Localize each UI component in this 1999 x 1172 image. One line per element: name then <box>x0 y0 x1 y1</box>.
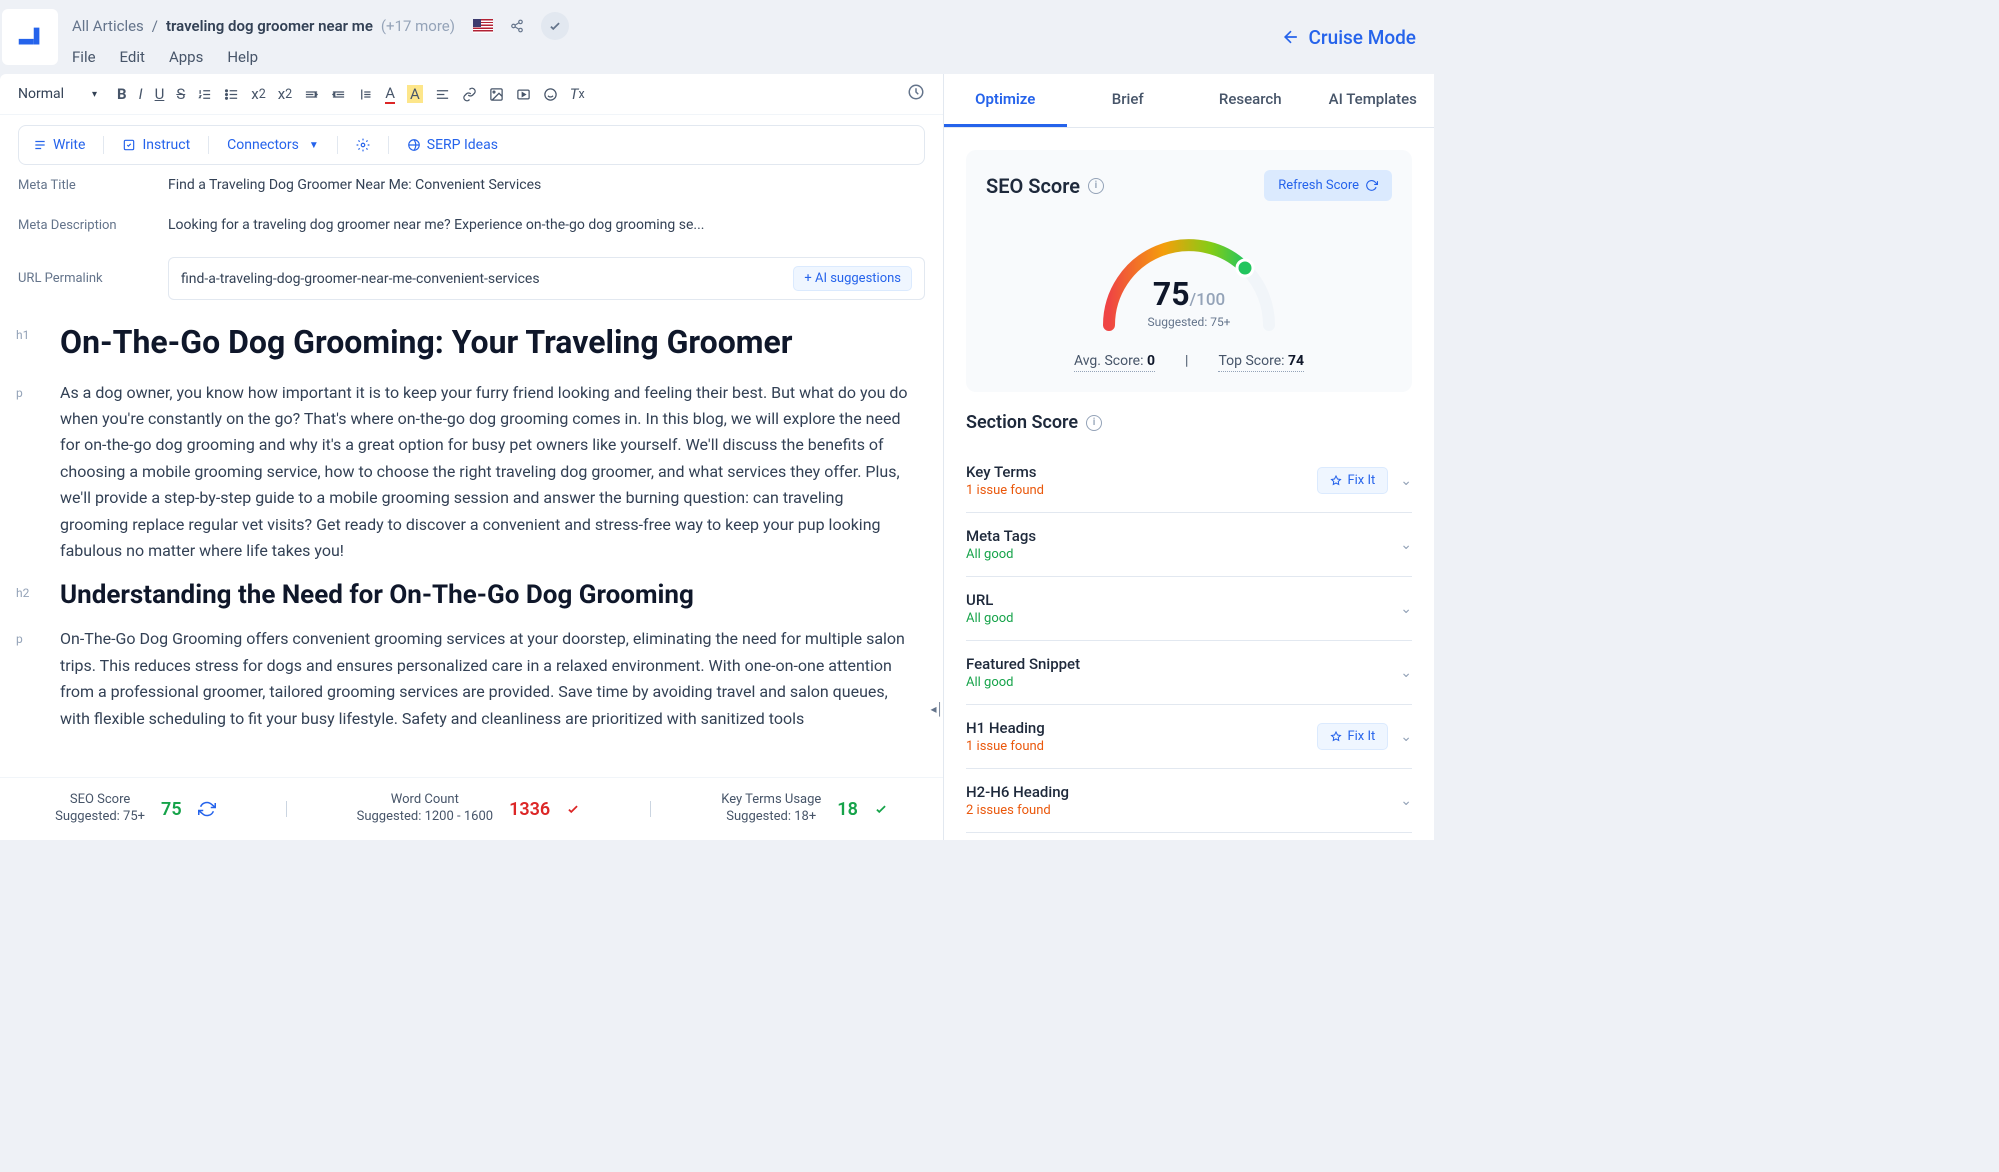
key-terms-value: 18 <box>837 799 858 820</box>
section-row[interactable]: Featured SnippetAll good⌄ <box>966 641 1412 705</box>
seo-score-card: SEO Scorei Refresh Score 75/100 Suggeste… <box>966 150 1412 392</box>
menu-help[interactable]: Help <box>227 48 258 66</box>
format-toolbar: Normal▾ B I U S x2 x2 A A <box>0 74 943 115</box>
resize-handle[interactable]: ◂│▸ <box>930 702 943 716</box>
breadcrumb: All Articles / traveling dog groomer nea… <box>72 12 1267 40</box>
paragraph[interactable]: On-The-Go Dog Grooming offers convenient… <box>60 626 913 732</box>
permalink-row: URL Permalink find-a-traveling-dog-groom… <box>0 245 943 312</box>
menu-apps[interactable]: Apps <box>169 48 203 66</box>
chevron-down-icon[interactable]: ⌄ <box>1400 601 1412 617</box>
indent-button[interactable] <box>331 87 346 102</box>
video-button[interactable] <box>516 87 531 102</box>
check-icon[interactable] <box>541 12 569 40</box>
info-icon[interactable]: i <box>1086 415 1102 431</box>
refresh-score-button[interactable]: Refresh Score <box>1264 170 1392 201</box>
link-button[interactable] <box>462 87 477 102</box>
ai-suggestions-button[interactable]: + AI suggestions <box>793 266 912 291</box>
superscript-button[interactable]: x2 <box>278 85 292 103</box>
text-color-button[interactable]: A <box>385 84 395 104</box>
highlight-button[interactable]: A <box>407 85 423 103</box>
info-icon[interactable]: i <box>1088 178 1104 194</box>
underline-button[interactable]: U <box>155 85 165 103</box>
bold-button[interactable]: B <box>117 85 127 103</box>
align-button[interactable] <box>435 87 450 102</box>
fix-it-button[interactable]: Fix It <box>1317 723 1388 750</box>
style-selector[interactable]: Normal▾ <box>18 86 97 102</box>
menu-edit[interactable]: Edit <box>120 48 145 66</box>
quote-button[interactable] <box>358 87 373 102</box>
section-row[interactable]: URLAll good⌄ <box>966 577 1412 641</box>
flag-icon[interactable] <box>473 19 493 33</box>
score-gauge: 75/100 Suggested: 75+ <box>986 215 1392 339</box>
history-icon[interactable] <box>907 83 925 105</box>
settings-icon[interactable] <box>356 138 370 152</box>
menubar: File Edit Apps Help <box>72 48 1267 66</box>
tab-research[interactable]: Research <box>1189 74 1312 127</box>
section-row[interactable]: Meta TagsAll good⌄ <box>966 513 1412 577</box>
breadcrumb-root[interactable]: All Articles <box>72 17 144 35</box>
tab-brief[interactable]: Brief <box>1067 74 1190 127</box>
breadcrumb-more[interactable]: (+17 more) <box>381 17 455 35</box>
breadcrumb-title[interactable]: traveling dog groomer near me <box>166 17 373 35</box>
tab-ai-templates[interactable]: AI Templates <box>1312 74 1435 127</box>
meta-title-row: Meta Title Find a Traveling Dog Groomer … <box>0 165 943 205</box>
h2-heading[interactable]: Understanding the Need for On-The-Go Dog… <box>60 580 694 610</box>
ordered-list-button[interactable] <box>197 87 212 102</box>
connectors-button[interactable]: Connectors▼ <box>227 137 319 153</box>
chevron-down-icon[interactable]: ⌄ <box>1400 729 1412 745</box>
tab-optimize[interactable]: Optimize <box>944 74 1067 127</box>
cruise-mode-button[interactable]: Cruise Mode <box>1281 26 1417 49</box>
share-icon[interactable] <box>503 12 531 40</box>
subscript-button[interactable]: x2 <box>251 85 265 103</box>
word-count-value: 1336 <box>509 799 550 820</box>
meta-desc-row: Meta Description Looking for a traveling… <box>0 205 943 245</box>
ai-toolbar: Write Instruct Connectors▼ SERP Ideas <box>18 125 925 165</box>
meta-desc-input[interactable]: Looking for a traveling dog groomer near… <box>168 217 925 233</box>
section-row[interactable]: H1 Heading1 issue foundFix It⌄ <box>966 705 1412 769</box>
content-editor[interactable]: h1On-The-Go Dog Grooming: Your Traveling… <box>0 312 943 777</box>
check-icon <box>874 802 888 816</box>
section-row[interactable]: Content Depth2 issues found⌄ <box>966 833 1412 840</box>
seo-score-value: 75 <box>161 799 182 820</box>
strike-button[interactable]: S <box>176 85 185 103</box>
status-bar: SEO ScoreSuggested: 75+ 75 Word CountSug… <box>0 777 943 840</box>
instruct-button[interactable]: Instruct <box>122 137 190 153</box>
section-row[interactable]: Key Terms1 issue foundFix It⌄ <box>966 449 1412 513</box>
section-row[interactable]: H2-H6 Heading2 issues found⌄ <box>966 769 1412 833</box>
top-score: Top Score: 74 <box>1218 353 1304 372</box>
emoji-button[interactable] <box>543 87 558 102</box>
clear-format-button[interactable]: Tx <box>570 85 585 103</box>
app-logo[interactable] <box>2 9 58 65</box>
chevron-down-icon[interactable]: ⌄ <box>1400 537 1412 553</box>
chevron-down-icon[interactable]: ⌄ <box>1400 793 1412 809</box>
outdent-button[interactable] <box>304 87 319 102</box>
chevron-down-icon[interactable]: ⌄ <box>1400 473 1412 489</box>
check-icon <box>566 802 580 816</box>
side-panel: Optimize Brief Research AI Templates SEO… <box>944 74 1434 840</box>
italic-button[interactable]: I <box>139 85 143 103</box>
avg-score: Avg. Score: 0 <box>1074 353 1155 372</box>
fix-it-button[interactable]: Fix It <box>1317 467 1388 494</box>
chevron-down-icon[interactable]: ⌄ <box>1400 665 1412 681</box>
menu-file[interactable]: File <box>72 48 96 66</box>
permalink-input[interactable]: find-a-traveling-dog-groomer-near-me-con… <box>181 271 540 287</box>
meta-title-input[interactable]: Find a Traveling Dog Groomer Near Me: Co… <box>168 177 925 193</box>
serp-ideas-button[interactable]: SERP Ideas <box>407 137 498 153</box>
h1-heading[interactable]: On-The-Go Dog Grooming: Your Traveling G… <box>60 322 792 364</box>
panel-tabs: Optimize Brief Research AI Templates <box>944 74 1434 128</box>
unordered-list-button[interactable] <box>224 87 239 102</box>
write-button[interactable]: Write <box>33 137 85 153</box>
refresh-icon[interactable] <box>198 800 216 818</box>
image-button[interactable] <box>489 87 504 102</box>
paragraph[interactable]: As a dog owner, you know how important i… <box>60 380 913 565</box>
